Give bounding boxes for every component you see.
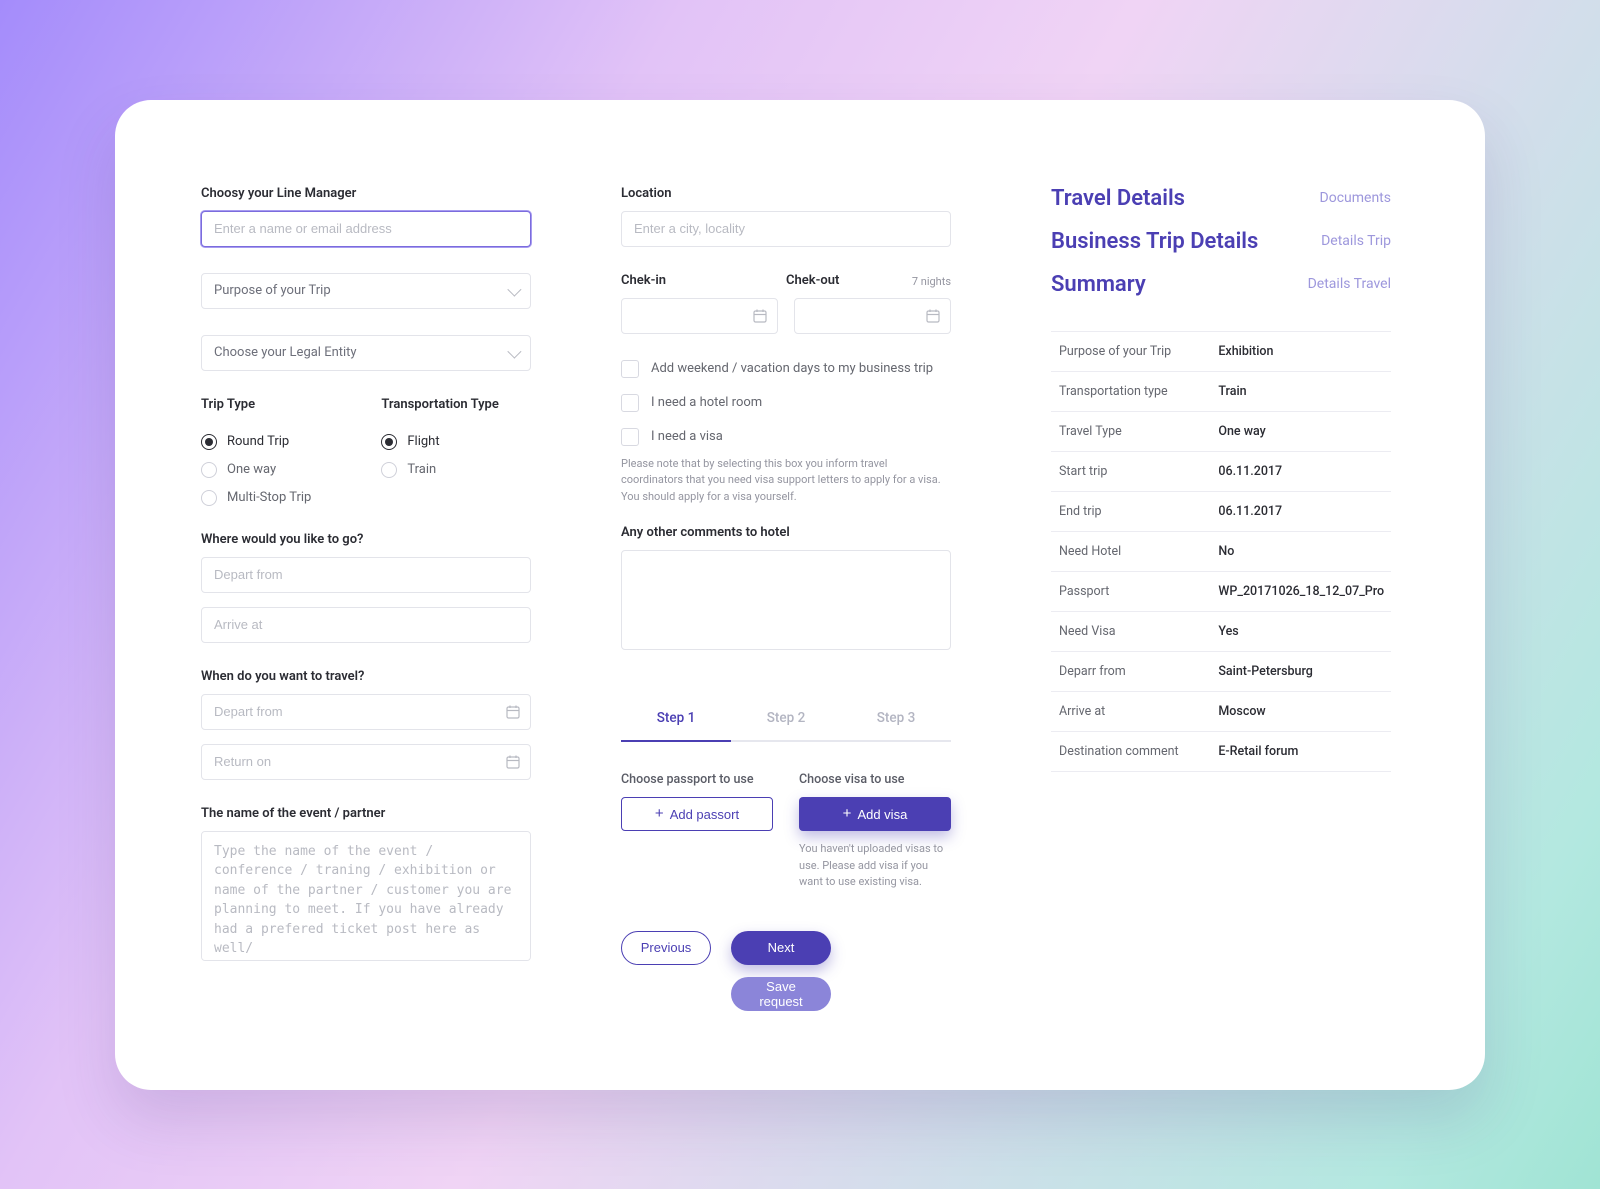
summary-row: Purpose of your TripExhibition: [1051, 332, 1391, 372]
line-manager-input[interactable]: [201, 211, 531, 247]
checkbox-weekend[interactable]: Add weekend / vacation days to my busine…: [621, 360, 951, 378]
comments-label: Any other comments to hotel: [621, 525, 951, 540]
arrive-at-input[interactable]: [201, 607, 531, 643]
location-label: Location: [621, 186, 951, 201]
column-right: Travel Details Documents Business Trip D…: [1051, 186, 1391, 1050]
summary-row: End trip06.11.2017: [1051, 492, 1391, 532]
nights-count: 7 nights: [912, 275, 951, 288]
previous-button[interactable]: Previous: [621, 931, 711, 965]
summary-row: Transportation typeTrain: [1051, 372, 1391, 412]
visa-upload-note: You haven't uploaded visas to use. Pleas…: [799, 841, 951, 891]
depart-from-input[interactable]: [201, 557, 531, 593]
documents-link[interactable]: Documents: [1320, 190, 1391, 206]
checkbox-icon: [621, 360, 639, 378]
summary-title: Summary: [1051, 272, 1146, 297]
trip-type-multistop[interactable]: Multi-Stop Trip: [201, 490, 311, 506]
step-tab-2[interactable]: Step 2: [731, 700, 841, 740]
summary-table: Purpose of your TripExhibition Transport…: [1051, 331, 1391, 772]
summary-row: Need HotelNo: [1051, 532, 1391, 572]
transport-flight[interactable]: Flight: [381, 434, 499, 450]
legal-entity-select[interactable]: Choose your Legal Entity: [201, 335, 531, 371]
details-travel-link[interactable]: Details Travel: [1308, 276, 1391, 292]
purpose-placeholder: Purpose of your Trip: [214, 283, 331, 298]
line-manager-label: Choosy your Line Manager: [201, 186, 531, 201]
when-label: When do you want to travel?: [201, 669, 531, 684]
add-visa-button[interactable]: + Add visa: [799, 797, 951, 831]
trip-type-oneway[interactable]: One way: [201, 462, 311, 478]
step-tab-3[interactable]: Step 3: [841, 700, 951, 740]
transport-train[interactable]: Train: [381, 462, 499, 478]
step-tabs: Step 1 Step 2 Step 3: [621, 700, 951, 742]
summary-row: Deparr fromSaint-Petersburg: [1051, 652, 1391, 692]
calendar-icon: [925, 308, 941, 324]
column-middle: Location Chek-in Chek-out 7 nights: [621, 186, 951, 1050]
add-passport-button[interactable]: + Add passort: [621, 797, 773, 831]
visa-note-text: Please note that by selecting this box y…: [621, 456, 951, 506]
summary-row: PassportWP_20171026_18_12_07_Pro: [1051, 572, 1391, 612]
checkbox-icon: [621, 394, 639, 412]
summary-row: Arrive atMoscow: [1051, 692, 1391, 732]
trip-type-label: Trip Type: [201, 397, 311, 412]
calendar-icon: [752, 308, 768, 324]
business-trip-title: Business Trip Details: [1051, 229, 1258, 254]
comments-textarea[interactable]: [621, 550, 951, 650]
checkbox-icon: [621, 428, 639, 446]
right-header: Travel Details Documents Business Trip D…: [1051, 186, 1391, 315]
trip-type-group: Trip Type Round Trip One way Multi-Stop …: [201, 397, 311, 506]
transport-type-group: Transportation Type Flight Train: [381, 397, 499, 506]
transport-type-label: Transportation Type: [381, 397, 499, 412]
chevron-down-icon: [507, 282, 521, 296]
checkbox-visa[interactable]: I need a visa: [621, 428, 951, 446]
summary-row: Travel TypeOne way: [1051, 412, 1391, 452]
radio-icon: [381, 462, 397, 478]
summary-row: Need VisaYes: [1051, 612, 1391, 652]
purpose-select[interactable]: Purpose of your Trip: [201, 273, 531, 309]
radio-icon: [201, 434, 217, 450]
calendar-icon: [505, 704, 521, 720]
checkin-label: Chek-in: [621, 273, 786, 288]
return-date-input[interactable]: [201, 744, 531, 780]
travel-details-title: Travel Details: [1051, 186, 1185, 211]
visa-label: Choose visa to use: [799, 772, 951, 787]
summary-row: Destination commentE-Retail forum: [1051, 732, 1391, 772]
radio-icon: [201, 490, 217, 506]
checkbox-hotel[interactable]: I need a hotel room: [621, 394, 951, 412]
radio-icon: [381, 434, 397, 450]
event-label: The name of the event / partner: [201, 806, 531, 821]
legal-entity-placeholder: Choose your Legal Entity: [214, 345, 357, 360]
summary-row: Start trip06.11.2017: [1051, 452, 1391, 492]
chevron-down-icon: [507, 344, 521, 358]
step-tab-1[interactable]: Step 1: [621, 700, 731, 740]
depart-date-input[interactable]: [201, 694, 531, 730]
checkout-label: Chek-out: [786, 273, 839, 288]
save-request-button[interactable]: Save request: [731, 977, 831, 1011]
form-card: Choosy your Line Manager Purpose of your…: [115, 100, 1485, 1090]
column-left: Choosy your Line Manager Purpose of your…: [201, 186, 531, 1050]
radio-icon: [201, 462, 217, 478]
location-input[interactable]: [621, 211, 951, 247]
passport-label: Choose passport to use: [621, 772, 773, 787]
where-label: Where would you like to go?: [201, 532, 531, 547]
trip-type-round[interactable]: Round Trip: [201, 434, 311, 450]
event-textarea[interactable]: [201, 831, 531, 961]
details-trip-link[interactable]: Details Trip: [1321, 233, 1391, 249]
calendar-icon: [505, 754, 521, 770]
next-button[interactable]: Next: [731, 931, 831, 965]
